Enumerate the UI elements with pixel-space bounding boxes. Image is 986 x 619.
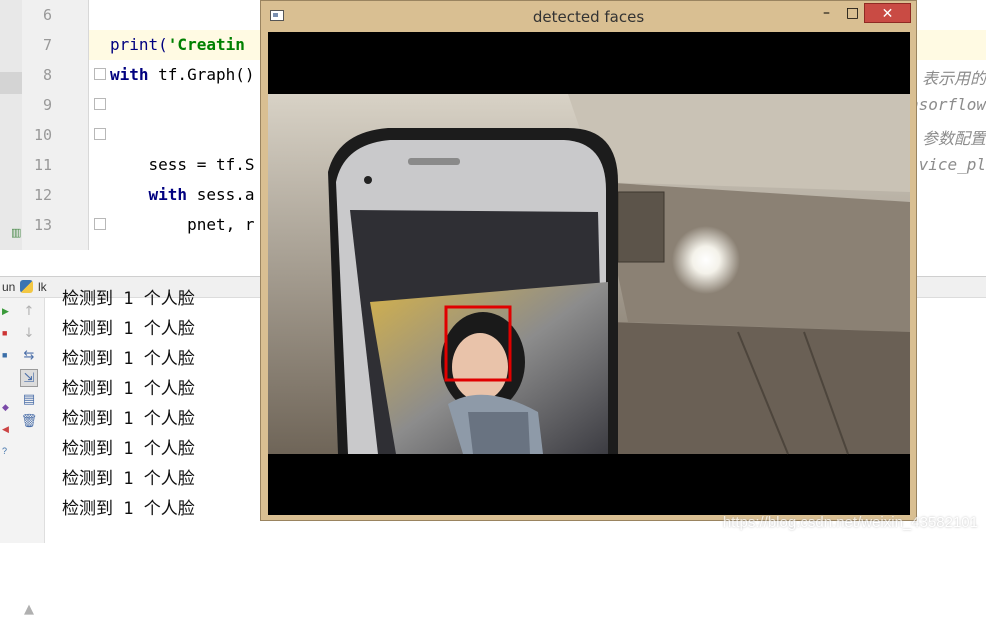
code-token: print( <box>110 35 168 54</box>
fold-marker[interactable] <box>94 98 106 110</box>
camera-image <box>268 32 910 515</box>
line-number: 10 <box>33 126 52 144</box>
scroll-to-end-icon[interactable]: ⇲ <box>20 369 38 387</box>
console-line: 检测到 1 个人脸 <box>62 289 195 309</box>
code-token: tf.Graph() <box>148 65 255 84</box>
code-line-13[interactable]: pnet, r <box>110 215 254 234</box>
line-number: 11 <box>33 156 52 174</box>
console-line: 检测到 1 个人脸 <box>62 439 195 459</box>
minimize-button[interactable]: – <box>813 3 840 23</box>
debug-icon[interactable]: ◆ <box>2 402 9 413</box>
soft-wrap-icon[interactable]: ⇆ <box>20 347 38 365</box>
run-side-strip: ▶ ■ ■ ◆ ◀ ? <box>0 298 10 543</box>
maximize-button[interactable]: □ <box>839 3 866 23</box>
rerun-icon[interactable]: ■ <box>2 350 7 360</box>
fold-marker[interactable] <box>94 68 106 80</box>
code-keyword: with <box>110 185 188 204</box>
console-line: 检测到 1 个人脸 <box>62 319 195 339</box>
line-number: 9 <box>42 96 52 114</box>
python-icon <box>20 280 33 293</box>
console-line: 检测到 1 个人脸 <box>62 349 195 369</box>
comment-fragment: nsorflow <box>908 95 986 114</box>
camera-frame <box>268 32 910 515</box>
line-number: 7 <box>42 36 52 54</box>
watermark: https://blog.csdn.net/weixin_43582101 <box>722 514 978 531</box>
line-number: 8 <box>42 66 52 84</box>
chart-icon[interactable]: ▥ <box>11 226 21 239</box>
run-label: un <box>2 280 16 294</box>
scroll-down-icon[interactable]: ↓ <box>20 325 38 343</box>
console-line: 检测到 1 个人脸 <box>62 499 195 519</box>
print-icon[interactable]: ▤ <box>20 391 38 409</box>
comment-fragment: 表示用的 <box>921 69 986 88</box>
comment-fragment: vice_pl <box>918 155 986 174</box>
line-number: 6 <box>42 6 52 24</box>
fold-marker[interactable] <box>94 218 106 230</box>
code-line-8[interactable]: with tf.Graph() <box>110 65 255 84</box>
window-titlebar[interactable]: detected faces – □ ✕ <box>261 1 916 32</box>
trash-icon[interactable]: 🗑 <box>20 413 38 431</box>
code-string: 'Creatin <box>167 35 245 54</box>
stop-icon[interactable]: ■ <box>2 328 7 338</box>
help-icon[interactable]: ? <box>2 446 7 456</box>
line-number: 13 <box>33 216 52 234</box>
console-line: 检测到 1 个人脸 <box>62 469 195 489</box>
up-arrow-icon[interactable]: ▲ <box>20 601 38 619</box>
code-keyword: with <box>110 65 149 84</box>
console-line: 检测到 1 个人脸 <box>62 409 195 429</box>
code-line-12[interactable]: with sess.a <box>110 185 255 204</box>
left-tool-strip: ▥ <box>0 0 22 250</box>
left-strip-marker <box>0 72 22 94</box>
console-line: 检测到 1 个人脸 <box>62 379 195 399</box>
scroll-up-icon[interactable]: ↑ <box>20 303 38 321</box>
fold-marker[interactable] <box>94 128 106 140</box>
line-number-partial <box>22 244 52 250</box>
comment-fragment: 参数配置 <box>921 129 986 148</box>
exit-icon[interactable]: ◀ <box>2 424 9 435</box>
code-line-11[interactable]: sess = tf.S <box>110 155 255 174</box>
detected-faces-window[interactable]: detected faces – □ ✕ <box>260 0 917 521</box>
code-line-7[interactable]: print('Creatin <box>110 35 245 54</box>
code-token: sess.a <box>187 185 255 204</box>
close-button[interactable]: ✕ <box>864 3 911 23</box>
run-icon[interactable]: ▶ <box>2 306 9 317</box>
line-number: 12 <box>33 186 52 204</box>
